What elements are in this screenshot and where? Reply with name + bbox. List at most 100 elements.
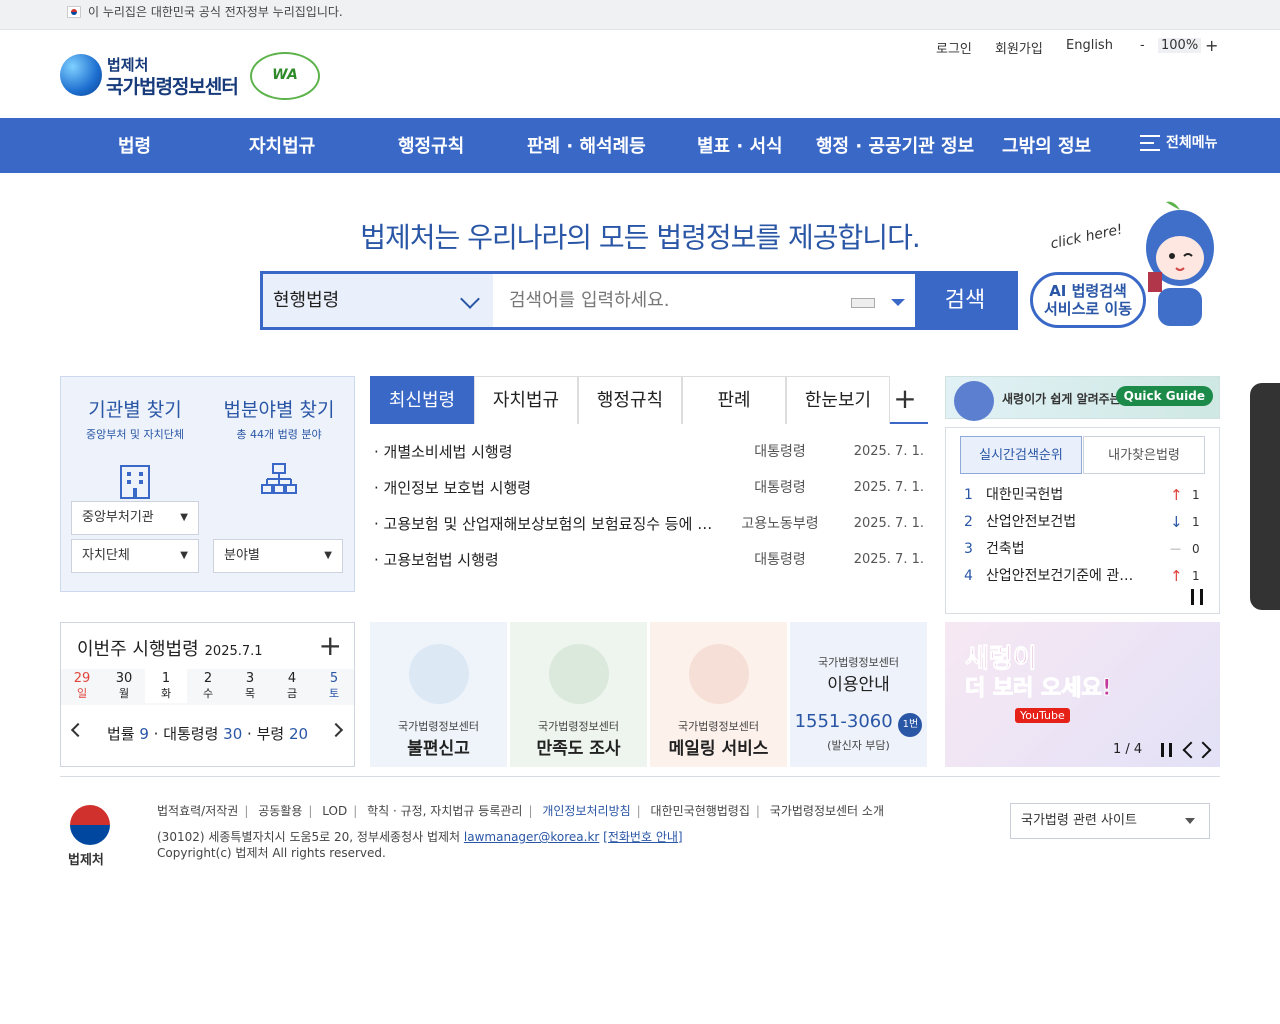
mail-monitor-icon: [688, 644, 749, 704]
tabs-more-button[interactable]: +: [890, 384, 920, 414]
tab-realtime-rank[interactable]: 실시간검색순위: [960, 436, 1082, 474]
footer-link-lod[interactable]: LOD: [322, 804, 347, 818]
law-name[interactable]: · 개인정보 보호법 시행령: [374, 470, 724, 506]
tab-admin-rules[interactable]: 행정규칙: [578, 376, 682, 424]
law-name[interactable]: · 개별소비세법 시행령: [374, 434, 724, 470]
footer-link-copyright[interactable]: 법적효력/저작권: [157, 804, 238, 818]
rank-law-name[interactable]: 산업안전보건기준에 관한 규칙: [986, 563, 1136, 589]
week-day-strip: 29 일 30 월 1화 2수 3목 4금 5토: [61, 669, 354, 705]
central-agency-select[interactable]: 중앙부처기관: [71, 501, 199, 535]
list-item[interactable]: · 고용보험법 시행령 대통령령 2025. 7. 1.: [370, 542, 928, 578]
day-item[interactable]: 3목: [229, 671, 271, 701]
finder-org-title: 기관별 찾기: [88, 399, 182, 421]
english-link[interactable]: English: [1066, 38, 1113, 53]
rank-number: 3: [964, 541, 973, 557]
wa-certification-badge: WA: [250, 52, 320, 100]
count-label[interactable]: 법률: [107, 725, 135, 743]
building-icon: [120, 465, 150, 499]
pause-icon[interactable]: [1191, 589, 1203, 605]
search-scope-select[interactable]: 현행법령: [263, 274, 493, 327]
law-name[interactable]: · 고용보험 및 산업재해보상보험의 보험료징수 등에 관한 법률 시행규칙: [374, 506, 724, 542]
report-card[interactable]: 국가법령정보센터 불편신고: [370, 622, 507, 767]
footer-org-name: 법제처: [68, 853, 104, 868]
ai-search-button[interactable]: AI 법령검색 서비스로 이동: [1030, 272, 1146, 328]
tab-precedents[interactable]: 판례: [682, 376, 786, 424]
tab-local-laws[interactable]: 자치법규: [474, 376, 578, 424]
nav-other-info[interactable]: 그밖의 정보: [1002, 132, 1091, 158]
quick-guide-button[interactable]: Quick Guide: [1115, 386, 1213, 406]
footer-link-shared-use[interactable]: 공동활용: [258, 804, 302, 818]
mailing-card[interactable]: 국가법령정보센터 메일링 서비스: [650, 622, 787, 767]
finder-by-field[interactable]: 법분야별 찾기 총 44개 법령 분야: [209, 395, 349, 504]
rank-law-name[interactable]: 산업안전보건법: [986, 509, 1136, 535]
count-label[interactable]: 대통령령: [163, 725, 218, 743]
signup-link[interactable]: 회원가입: [995, 38, 1043, 57]
footer-link-about[interactable]: 국가법령정보센터 소개: [770, 804, 884, 818]
rank-law-name[interactable]: 대한민국헌법: [986, 482, 1136, 508]
all-menu-button[interactable]: 전체메뉴: [1140, 132, 1218, 152]
rank-item[interactable]: 3 건축법 — 0: [964, 536, 1204, 562]
list-item[interactable]: · 개인정보 보호법 시행령 대통령령 2025. 7. 1.: [370, 470, 928, 506]
day-weekday: 월: [118, 687, 130, 700]
rank-up-icon: ↑: [1170, 486, 1183, 504]
copyright: Copyright(c) 법제처 All rights reserved.: [157, 846, 386, 860]
day-item[interactable]: 29 일: [61, 671, 103, 701]
nav-precedents[interactable]: 판례 · 해석례등: [527, 132, 646, 158]
rank-change: 0: [1192, 542, 1200, 556]
footer-link-registration[interactable]: 학칙 · 규정, 자치법규 등록관리: [367, 804, 522, 818]
related-sites-select[interactable]: 국가법령 관련 사이트: [1010, 803, 1210, 839]
keyboard-icon[interactable]: [851, 298, 875, 308]
day-weekday: 화: [160, 687, 172, 700]
ai-search-line2: 서비스로 이동: [1043, 300, 1133, 318]
day-item[interactable]: 2수: [187, 671, 229, 701]
guide-card[interactable]: 국가법령정보센터 이용안내 1551-3060 1번 (발신자 부담): [790, 622, 927, 767]
local-gov-select[interactable]: 자치단체: [71, 539, 199, 573]
chevron-right-icon[interactable]: [1194, 741, 1212, 759]
nav-public-institutions[interactable]: 행정 · 공공기관 정보: [816, 132, 974, 158]
pause-icon[interactable]: [1161, 743, 1172, 757]
nav-admin-rules[interactable]: 행정규칙: [398, 132, 464, 158]
day-item[interactable]: 5토: [313, 671, 355, 701]
day-item-selected[interactable]: 1화: [145, 669, 187, 703]
tab-my-laws[interactable]: 내가찾은법령: [1083, 436, 1205, 474]
count-label[interactable]: 부령: [257, 725, 285, 743]
day-item[interactable]: 4금: [271, 671, 313, 701]
tab-latest-laws[interactable]: 최신법령: [370, 376, 474, 424]
list-item[interactable]: · 개별소비세법 시행령 대통령령 2025. 7. 1.: [370, 434, 928, 470]
email-link[interactable]: lawmanager@korea.kr: [464, 830, 599, 844]
side-floating-banner[interactable]: [1250, 383, 1280, 610]
day-weekday: 금: [286, 687, 298, 700]
day-weekday: 목: [244, 687, 256, 700]
list-item[interactable]: · 고용보험 및 산업재해보상보험의 보험료징수 등에 관한 법률 시행규칙 고…: [370, 506, 928, 542]
site-logo[interactable]: 법제처 국가법령정보센터 WA: [60, 52, 320, 102]
gov-notice-text: 이 누리집은 대한민국 공식 전자정부 누리집입니다.: [88, 5, 343, 19]
rank-item[interactable]: 4 산업안전보건기준에 관한 규칙 ↑ 1: [964, 563, 1204, 589]
footer-link-privacy[interactable]: 개인정보처리방침: [542, 804, 630, 818]
rank-law-name[interactable]: 건축법: [986, 536, 1136, 562]
zoom-in-button[interactable]: +: [1205, 36, 1218, 55]
nav-tables-forms[interactable]: 별표 · 서식: [697, 132, 783, 158]
rank-item[interactable]: 2 산업안전보건법 ↓ 1: [964, 509, 1204, 535]
autocomplete-toggle-icon[interactable]: [891, 299, 905, 306]
footer-link-statutes[interactable]: 대한민국현행법령집: [651, 804, 750, 818]
phone-info-link[interactable]: [전화번호 안내]: [603, 830, 682, 844]
rank-item[interactable]: 1 대한민국헌법 ↑ 1: [964, 482, 1204, 508]
field-select[interactable]: 분야별: [213, 539, 343, 573]
day-item[interactable]: 30 월: [103, 671, 145, 701]
login-link[interactable]: 로그인: [936, 38, 972, 57]
search-button[interactable]: 검색: [915, 274, 1015, 327]
nav-laws[interactable]: 법령: [118, 132, 151, 158]
main-navigation: 법령 자치법규 행정규칙 판례 · 해석례등 별표 · 서식 행정 · 공공기관…: [0, 118, 1280, 173]
search-input[interactable]: 검색어를 입력하세요.: [509, 274, 839, 327]
finder-by-org[interactable]: 기관별 찾기 중앙부처 및 자치단체: [65, 395, 205, 504]
youtube-banner[interactable]: 새령이 더 보러 오세요! YouTube 1 / 4: [945, 622, 1220, 767]
nav-local-laws[interactable]: 자치법규: [249, 132, 315, 158]
law-name[interactable]: · 고용보험법 시행령: [374, 542, 724, 578]
quick-guide-banner[interactable]: 새령이가 쉽게 알려주는 국법 Quick Guide: [945, 376, 1220, 421]
card-sub: 국가법령정보센터: [818, 656, 899, 669]
survey-card[interactable]: 국가법령정보센터 만족도 조사: [510, 622, 647, 767]
zoom-out-button[interactable]: -: [1140, 38, 1145, 53]
weekly-more-button[interactable]: +: [319, 629, 342, 662]
tab-overview[interactable]: 한눈보기: [786, 376, 890, 424]
phone-number: 1551-3060 1번: [790, 711, 927, 737]
